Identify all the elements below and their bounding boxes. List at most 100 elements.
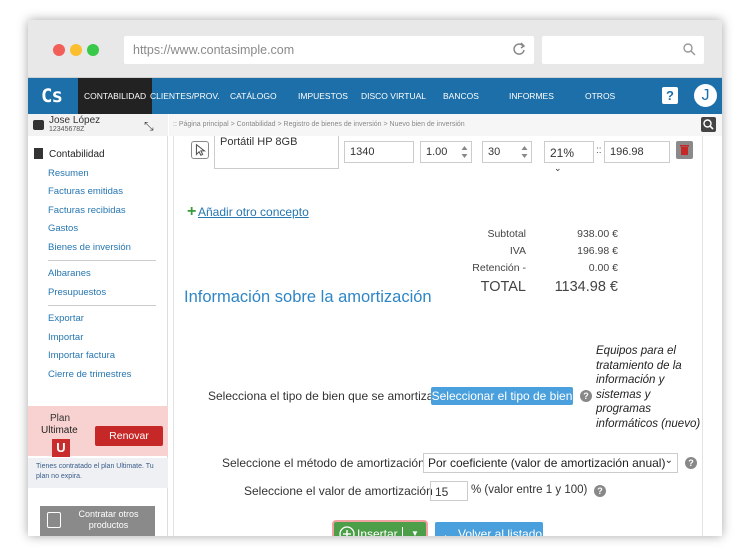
vat-amount-field[interactable]: 196.98 bbox=[604, 141, 670, 163]
minimize-window-button[interactable] bbox=[70, 44, 82, 56]
selected-asset-type: Equipos para el tratamiento de la inform… bbox=[596, 345, 701, 430]
vat-separator: :: bbox=[596, 145, 602, 156]
iva-value: 196.98 € bbox=[577, 245, 618, 257]
plan-name: Ultimate bbox=[41, 425, 78, 436]
amortization-value-input[interactable]: 15 bbox=[430, 481, 468, 501]
vat-value: 21% bbox=[550, 146, 575, 160]
search-icon bbox=[683, 43, 696, 56]
method-label: Seleccione el método de amortización bbox=[222, 456, 425, 470]
document-icon bbox=[34, 148, 43, 159]
breadcrumb: :: Página principal > Contabilidad > Reg… bbox=[173, 121, 465, 128]
nav-bancos[interactable]: BANCOS bbox=[443, 78, 479, 114]
total-value: 1134.98 € bbox=[554, 279, 618, 295]
method-select[interactable]: Por coeficiente (valor de amortización a… bbox=[423, 453, 678, 473]
description-value: Portátil HP 8GB bbox=[220, 136, 298, 148]
sidebar-item-facturas-recibidas[interactable]: Facturas recibidas bbox=[48, 205, 126, 216]
nav-impuestos[interactable]: IMPUESTOS bbox=[298, 78, 348, 114]
renew-button[interactable]: Renovar bbox=[95, 426, 163, 446]
nav-informes[interactable]: INFORMES bbox=[509, 78, 554, 114]
contract-products-button[interactable]: Contratar otros productos bbox=[40, 506, 155, 536]
discount-stepper[interactable] bbox=[520, 144, 529, 160]
add-concept-link[interactable]: Añadir otro concepto bbox=[198, 205, 309, 219]
pointer-icon[interactable] bbox=[191, 141, 209, 159]
avatar[interactable]: J bbox=[692, 82, 719, 109]
sidebar-section-label: Contabilidad bbox=[49, 149, 105, 160]
retention-value: 0.00 € bbox=[588, 262, 618, 274]
nav-clientes[interactable]: CLIENTES/PROV. bbox=[150, 78, 220, 114]
address-bar[interactable]: https://www.contasimple.com bbox=[124, 36, 534, 64]
amount-field[interactable]: 1340 bbox=[344, 141, 414, 163]
iva-label: IVA bbox=[509, 245, 526, 257]
help-icon[interactable]: ? bbox=[580, 390, 592, 402]
vat-select[interactable]: 21% ⌄ bbox=[544, 141, 594, 173]
description-field[interactable]: Portátil HP 8GB bbox=[214, 136, 339, 169]
sidebar-item-importar-factura[interactable]: Importar factura bbox=[48, 350, 115, 361]
insert-button[interactable]: Insertar ▼ bbox=[334, 522, 426, 536]
page-search-button[interactable] bbox=[701, 117, 716, 132]
sidebar-item-facturas-emitidas[interactable]: Facturas emitidas bbox=[48, 186, 123, 197]
user-box: Jose López 12345678Z ⤡ bbox=[28, 114, 168, 136]
back-to-list-button[interactable]: ← Volver al listado bbox=[435, 522, 543, 536]
plan-box: Plan Ultimate U Renovar bbox=[28, 406, 168, 457]
contract-products-label: Contratar otros productos bbox=[78, 509, 139, 530]
sidebar-item-resumen[interactable]: Resumen bbox=[48, 168, 89, 179]
browser-window: https://www.contasimple.com Cs CONTABILI… bbox=[28, 20, 722, 536]
main-content: Portátil HP 8GB 1340 1.00 30 21% ⌄ :: 19… bbox=[169, 136, 722, 536]
sidebar-item-importar[interactable]: Importar bbox=[48, 332, 83, 343]
sidebar-item-presupuestos[interactable]: Presupuestos bbox=[48, 287, 106, 298]
sidebar-item-gastos[interactable]: Gastos bbox=[48, 223, 78, 234]
chevron-down-icon: ⌄ bbox=[664, 455, 673, 466]
sidebar-section-title: Contabilidad bbox=[34, 148, 105, 160]
delete-line-button[interactable] bbox=[676, 141, 693, 159]
plus-circle-icon bbox=[339, 526, 355, 536]
search-icon bbox=[703, 119, 714, 130]
collapse-sidebar-icon[interactable]: ⤡ bbox=[144, 119, 154, 134]
sidebar-item-albaranes[interactable]: Albaranes bbox=[48, 268, 91, 279]
nav-disco-virtual[interactable]: DISCO VIRTUAL bbox=[361, 78, 426, 114]
select-asset-type-button[interactable]: Seleccionar el tipo de bien bbox=[431, 387, 573, 405]
url-text: https://www.contasimple.com bbox=[133, 43, 295, 57]
close-window-button[interactable] bbox=[53, 44, 65, 56]
sidebar-item-bienes-inversion[interactable]: Bienes de inversión bbox=[48, 242, 131, 253]
insert-label: Insertar bbox=[357, 527, 398, 536]
plan-note: Tienes contratado el plan Ultimate. Tu p… bbox=[28, 458, 168, 488]
amortization-title: Información sobre la amortización bbox=[184, 288, 432, 306]
caret-down-icon[interactable]: ▼ bbox=[411, 522, 419, 536]
nav-catalogo[interactable]: CATÁLOGO bbox=[230, 78, 277, 114]
subtotal-value: 938.00 € bbox=[577, 228, 618, 240]
sidebar-item-exportar[interactable]: Exportar bbox=[48, 313, 84, 324]
trash-icon bbox=[680, 145, 689, 155]
main-nav: Cs CONTABILIDAD CLIENTES/PROV. CATÁLOGO … bbox=[28, 78, 722, 114]
user-id: 12345678Z bbox=[49, 126, 85, 133]
quantity-value: 1.00 bbox=[426, 146, 448, 158]
button-divider bbox=[402, 527, 403, 536]
browser-toolbar: https://www.contasimple.com bbox=[28, 20, 722, 78]
app-logo[interactable]: Cs bbox=[28, 78, 78, 114]
asset-type-label: Selecciona el tipo de bien que se amorti… bbox=[208, 389, 434, 403]
reload-icon[interactable] bbox=[512, 42, 526, 56]
back-to-list-label: Volver al listado bbox=[458, 527, 543, 536]
quantity-field[interactable]: 1.00 bbox=[420, 141, 472, 163]
sidebar-item-cierre-trimestres[interactable]: Cierre de trimestres bbox=[48, 369, 131, 380]
chevron-down-icon: ⌄ bbox=[554, 163, 562, 173]
browser-search-field[interactable] bbox=[542, 36, 704, 64]
subtotal-label: Subtotal bbox=[487, 228, 526, 240]
user-name: Jose López bbox=[49, 115, 101, 126]
sidebar-divider bbox=[48, 260, 156, 261]
sidebar-divider bbox=[48, 305, 156, 306]
help-icon[interactable]: ? bbox=[685, 457, 697, 469]
help-icon[interactable]: ? bbox=[662, 87, 678, 104]
nav-otros[interactable]: OTROS bbox=[585, 78, 615, 114]
maximize-window-button[interactable] bbox=[87, 44, 99, 56]
sidebar: Jose López 12345678Z ⤡ Contabilidad Resu… bbox=[28, 114, 168, 536]
value-hint: % (valor entre 1 y 100) bbox=[471, 484, 588, 496]
user-card-icon bbox=[33, 120, 44, 130]
help-icon[interactable]: ? bbox=[594, 485, 606, 497]
plan-label: Plan bbox=[50, 413, 71, 424]
nav-contabilidad[interactable]: CONTABILIDAD bbox=[78, 78, 153, 114]
plus-icon: + bbox=[187, 203, 197, 220]
shopping-bag-icon bbox=[47, 512, 61, 528]
discount-field[interactable]: 30 bbox=[482, 141, 532, 163]
quantity-stepper[interactable] bbox=[460, 144, 469, 160]
retention-label: Retención - bbox=[472, 262, 526, 274]
